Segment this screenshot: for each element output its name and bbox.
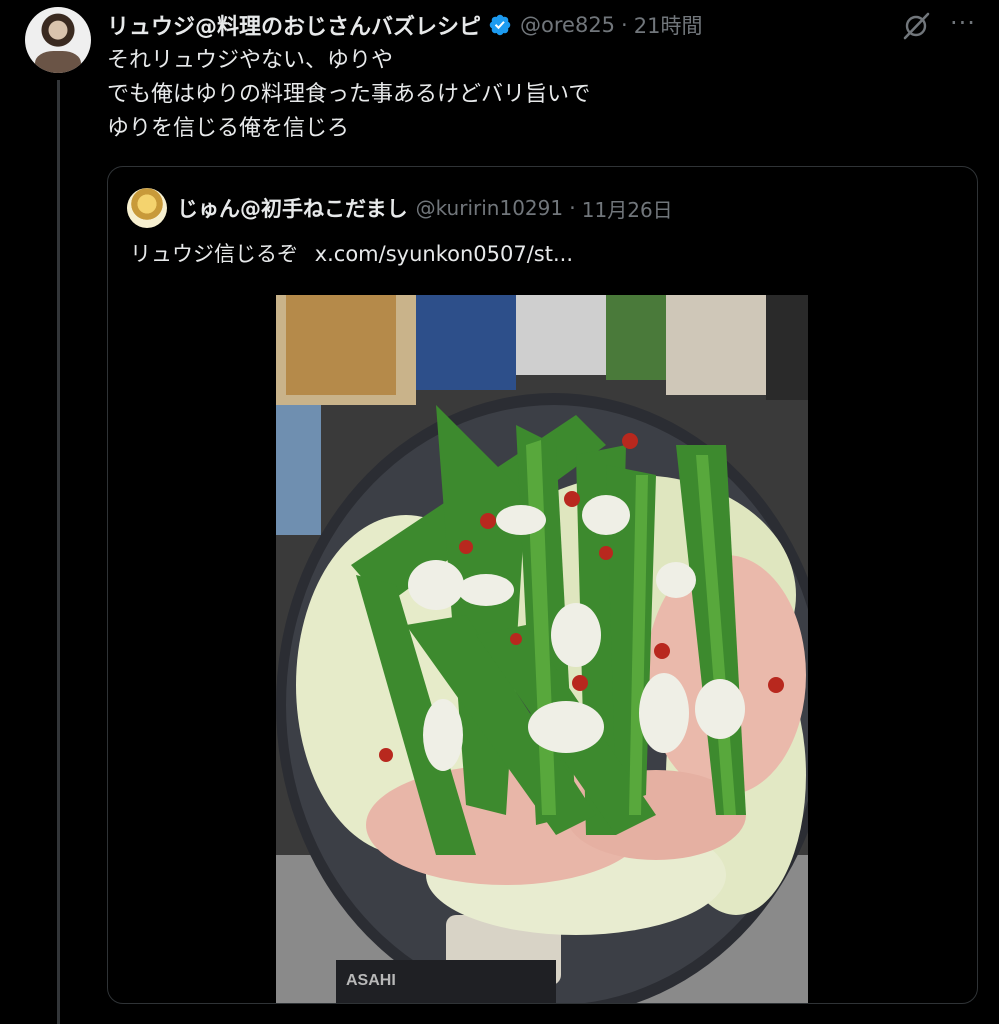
quoted-timestamp[interactable]: 11月26日 — [582, 194, 673, 223]
grok-icon[interactable] — [900, 10, 932, 42]
author-handle[interactable]: @ore825 — [520, 13, 615, 37]
quoted-tweet[interactable]: じゅん@初手ねこだまし @kuririn10291 · 11月26日 リュウジ信… — [107, 166, 978, 1004]
more-icon[interactable]: ··· — [947, 10, 979, 42]
quoted-author-avatar[interactable] — [127, 188, 167, 228]
tweet-header: リュウジ@料理のおじさんバズレシピ @ore825 · 21時間 — [107, 8, 702, 42]
quoted-link[interactable]: x.com/syunkon0507/st... — [315, 242, 573, 266]
tweet-text-line: でも俺はゆりの料理食った事あるけどバリ旨いで — [107, 82, 591, 107]
separator-dot: · — [621, 13, 628, 37]
tweet-text-line: ゆりを信じる俺を信じろ — [107, 116, 350, 141]
tweet-text: それリュウジやない、ゆりや でも俺はゆりの料理食った事あるけどバリ旨いで ゆりを… — [107, 44, 590, 146]
food-photo[interactable]: ASAHI — [276, 295, 808, 1003]
quoted-text: リュウジ信じるぞ — [130, 242, 298, 266]
quoted-author-handle[interactable]: @kuririn10291 — [416, 196, 564, 220]
author-avatar[interactable] — [25, 7, 91, 73]
timestamp[interactable]: 21時間 — [634, 10, 703, 40]
tweet-text-line: それリュウジやない、ゆりや — [107, 48, 394, 73]
svg-text:ASAHI: ASAHI — [346, 972, 396, 989]
thread-line — [57, 80, 60, 1024]
separator-dot: · — [569, 196, 576, 220]
verified-badge-icon[interactable] — [488, 13, 512, 37]
quoted-tweet-header: じゅん@初手ねこだまし @kuririn10291 · 11月26日 — [127, 187, 673, 229]
quoted-author-name[interactable]: じゅん@初手ねこだまし — [177, 193, 408, 223]
author-name[interactable]: リュウジ@料理のおじさんバズレシピ — [107, 9, 481, 41]
quoted-tweet-text: リュウジ信じるぞ x.com/syunkon0507/st... — [130, 237, 573, 271]
